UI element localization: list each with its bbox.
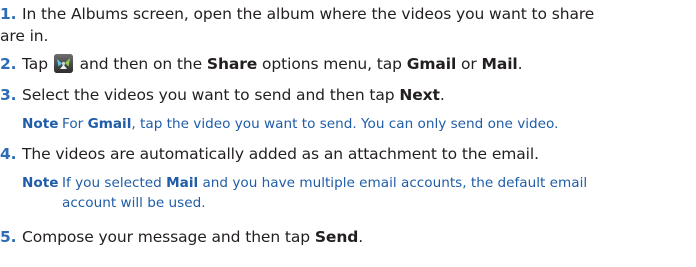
step-text: Tap and then on the Share options menu, … xyxy=(22,54,523,73)
step-number: 4. xyxy=(0,145,17,163)
step-number: 2. xyxy=(0,55,17,73)
note-text: For Gmail, tap the video you want to sen… xyxy=(62,116,559,132)
step-text: The videos are automatically added as an… xyxy=(22,145,539,163)
step-text-continued: are in. xyxy=(0,27,49,45)
step-text: In the Albums screen, open the album whe… xyxy=(22,5,595,23)
step-number: 1. xyxy=(0,5,17,23)
note-label: Note xyxy=(22,116,59,132)
step-number: 3. xyxy=(0,86,17,104)
share-menu-icon xyxy=(53,54,73,73)
step-text: Select the videos you want to send and t… xyxy=(22,86,445,104)
step-number: 5. xyxy=(0,228,17,246)
note-label: Note xyxy=(22,175,59,191)
note-text: If you selected Mail and you have multip… xyxy=(62,175,588,191)
note-text-continued: account will be used. xyxy=(62,195,206,211)
step-text: Compose your message and then tap Send. xyxy=(22,228,364,246)
